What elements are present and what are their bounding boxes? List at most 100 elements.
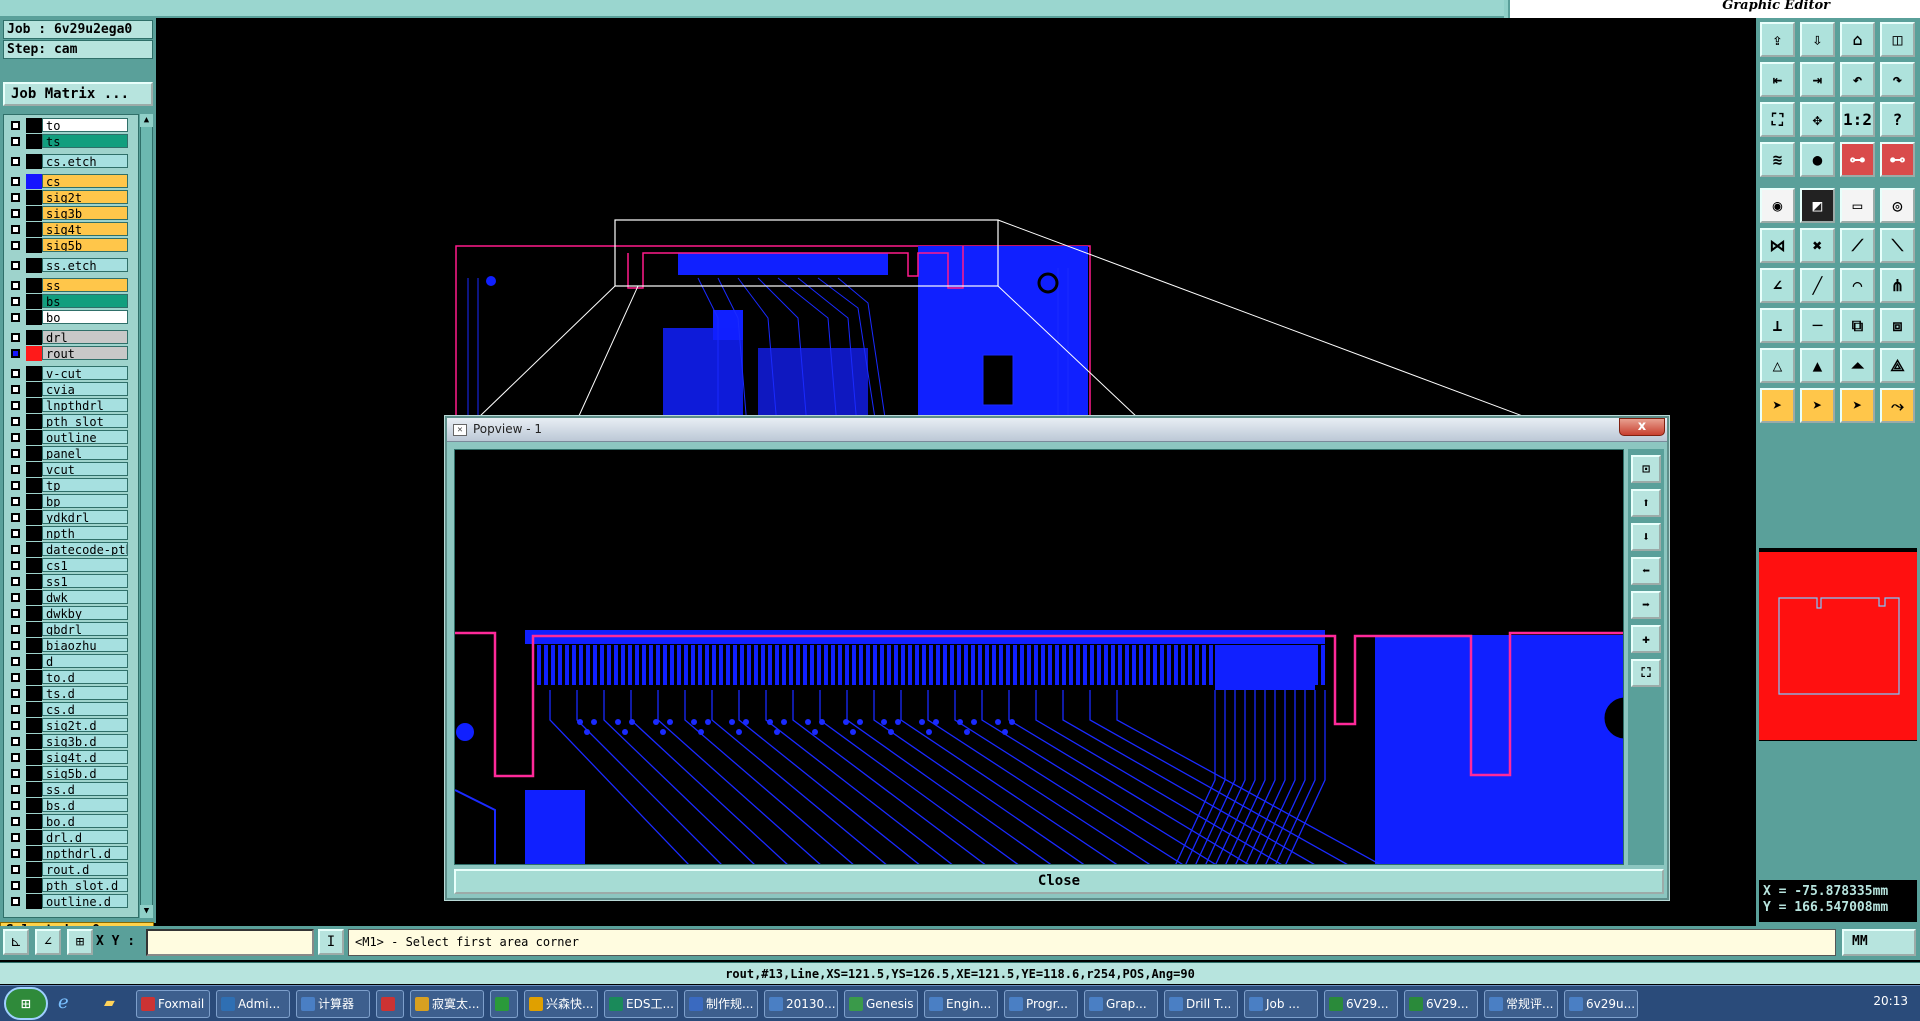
- layer-color-swatch[interactable]: [26, 398, 42, 413]
- layer-name[interactable]: datecode-pth: [42, 542, 128, 556]
- array-icon[interactable]: ⧈: [1880, 308, 1915, 343]
- close-button[interactable]: Close: [454, 869, 1664, 894]
- layer-name[interactable]: bo.d: [42, 814, 128, 828]
- undo-icon[interactable]: ↶: [1840, 62, 1875, 97]
- taskbar-item[interactable]: Engin...: [924, 990, 998, 1018]
- layer-name[interactable]: bo: [42, 310, 128, 324]
- measure-a-icon[interactable]: ⊶: [1840, 142, 1875, 177]
- pan-right-icon[interactable]: ➡: [1631, 591, 1661, 619]
- taskbar-item[interactable]: Genesis: [844, 990, 918, 1018]
- taskbar-item[interactable]: Admi...: [216, 990, 290, 1018]
- layer-color-swatch[interactable]: [26, 718, 42, 733]
- measure-b-icon[interactable]: ⊷: [1880, 142, 1915, 177]
- angle-icon[interactable]: ∠: [35, 929, 61, 955]
- layer-checkbox[interactable]: [11, 529, 20, 538]
- layer-row[interactable]: ss: [4, 278, 138, 293]
- layer-row[interactable]: bs.d: [4, 798, 138, 813]
- layer-row[interactable]: bp: [4, 494, 138, 509]
- layer-checkbox[interactable]: [11, 785, 20, 794]
- layer-checkbox[interactable]: [11, 801, 20, 810]
- layer-row[interactable]: npthdrl.d: [4, 846, 138, 861]
- layer-checkbox[interactable]: [11, 481, 20, 490]
- layer-name[interactable]: gbdrl: [42, 622, 128, 636]
- taskbar-item[interactable]: 20130...: [764, 990, 838, 1018]
- layer-name[interactable]: outline: [42, 430, 128, 444]
- layer-color-swatch[interactable]: [26, 830, 42, 845]
- triangle-a-icon[interactable]: △: [1760, 348, 1795, 383]
- layer-color-swatch[interactable]: [26, 190, 42, 205]
- layer-row[interactable]: sig3b.d: [4, 734, 138, 749]
- layer-row[interactable]: datecode-pth: [4, 542, 138, 557]
- layer-color-swatch[interactable]: [26, 478, 42, 493]
- layer-color-swatch[interactable]: [26, 606, 42, 621]
- layer-color-swatch[interactable]: [26, 118, 42, 133]
- layer-row[interactable]: lnpthdrl: [4, 398, 138, 413]
- layer-row[interactable]: v-cut: [4, 366, 138, 381]
- layer-row[interactable]: dwk: [4, 590, 138, 605]
- layer-row[interactable]: tp: [4, 478, 138, 493]
- layer-checkbox[interactable]: [11, 737, 20, 746]
- layer-color-swatch[interactable]: [26, 622, 42, 637]
- layer-name[interactable]: pth_slot: [42, 414, 128, 428]
- layer-color-swatch[interactable]: [26, 542, 42, 557]
- zoom-fit-icon[interactable]: ⛶: [1760, 102, 1795, 137]
- layer-checkbox[interactable]: [11, 593, 20, 602]
- layer-row[interactable]: npth: [4, 526, 138, 541]
- layer-name[interactable]: sig3b.d: [42, 734, 128, 748]
- layer-color-swatch[interactable]: [26, 702, 42, 717]
- grid-icon[interactable]: ⊞: [67, 929, 93, 955]
- layer-name[interactable]: bs.d: [42, 798, 128, 812]
- layer-color-swatch[interactable]: [26, 894, 42, 909]
- layer-color-swatch[interactable]: [26, 798, 42, 813]
- layer-color-swatch[interactable]: [26, 382, 42, 397]
- ie-icon[interactable]: ℯ: [58, 992, 84, 1016]
- layer-checkbox[interactable]: [11, 769, 20, 778]
- popview-titlebar[interactable]: ✕ Popview - 1 x: [447, 418, 1667, 442]
- layer-row[interactable]: cvia: [4, 382, 138, 397]
- layer-checkbox[interactable]: [11, 561, 20, 570]
- layer-color-swatch[interactable]: [26, 414, 42, 429]
- layer-color-swatch[interactable]: [26, 750, 42, 765]
- layer-name[interactable]: dwkby: [42, 606, 128, 620]
- layer-row[interactable]: pth_slot: [4, 414, 138, 429]
- layer-name[interactable]: sig4t: [42, 222, 128, 236]
- layer-row[interactable]: sig2t.d: [4, 718, 138, 733]
- layer-name[interactable]: ss.d: [42, 782, 128, 796]
- layer-name[interactable]: sig2t.d: [42, 718, 128, 732]
- layer-checkbox[interactable]: [11, 137, 20, 146]
- layer-row[interactable]: vcut: [4, 462, 138, 477]
- layer-checkbox[interactable]: [11, 609, 20, 618]
- scale-icon[interactable]: 1:2: [1840, 102, 1875, 137]
- layer-row[interactable]: ydkdrl: [4, 510, 138, 525]
- folder-icon[interactable]: ▰: [104, 992, 130, 1016]
- layer-name[interactable]: cs.d: [42, 702, 128, 716]
- layer-checkbox[interactable]: [11, 281, 20, 290]
- layer-name[interactable]: drl: [42, 330, 128, 344]
- layer-checkbox[interactable]: [11, 689, 20, 698]
- layer-row[interactable]: panel: [4, 446, 138, 461]
- layer-name[interactable]: panel: [42, 446, 128, 460]
- taskbar-item[interactable]: 6v29u...: [1564, 990, 1638, 1018]
- layer-checkbox[interactable]: [11, 121, 20, 130]
- layer-name[interactable]: dwk: [42, 590, 128, 604]
- layer-color-swatch[interactable]: [26, 430, 42, 445]
- pad-icon[interactable]: ◉: [1760, 188, 1795, 223]
- layer-color-swatch[interactable]: [26, 238, 42, 253]
- layer-checkbox[interactable]: [11, 625, 20, 634]
- layer-color-swatch[interactable]: [26, 494, 42, 509]
- layer-name[interactable]: bp: [42, 494, 128, 508]
- layer-name[interactable]: sig5b: [42, 238, 128, 252]
- layer-checkbox[interactable]: [11, 297, 20, 306]
- help-icon[interactable]: ?: [1880, 102, 1915, 137]
- layer-color-swatch[interactable]: [26, 310, 42, 325]
- layer-row[interactable]: outline.d: [4, 894, 138, 909]
- layer-name[interactable]: rout: [42, 346, 128, 360]
- layer-name[interactable]: pth_slot.d: [42, 878, 128, 892]
- taskbar-item[interactable]: Job ...: [1244, 990, 1318, 1018]
- layer-color-swatch[interactable]: [26, 574, 42, 589]
- select-move-icon[interactable]: ➤: [1800, 388, 1835, 423]
- layer-color-swatch[interactable]: [26, 294, 42, 309]
- zoom-center-icon[interactable]: ✥: [1800, 102, 1835, 137]
- layer-name[interactable]: cs: [42, 174, 128, 188]
- layer-name[interactable]: ts.d: [42, 686, 128, 700]
